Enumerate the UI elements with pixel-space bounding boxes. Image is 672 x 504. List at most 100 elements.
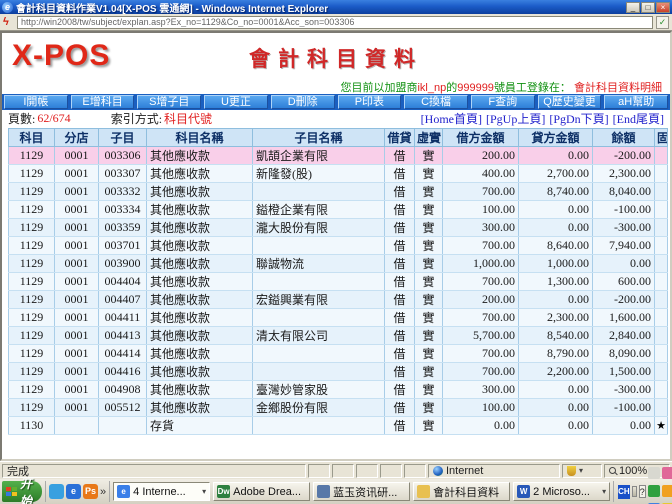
nav-link-0[interactable]: [Home首頁] bbox=[421, 112, 482, 126]
nav-link-2[interactable]: [PgDn下頁] bbox=[549, 112, 608, 126]
start-button[interactable]: 开始 bbox=[2, 481, 42, 502]
cell-acc_name: 其他應收款 bbox=[147, 219, 253, 237]
table-row[interactable]: 11290001004404其他應收款借實700.001,300.00600.0… bbox=[9, 273, 668, 291]
table-row[interactable]: 11290001004908其他應收款臺灣妙管家股借實300.000.00-30… bbox=[9, 381, 668, 399]
cell-vr: 實 bbox=[415, 417, 443, 435]
ie-icon[interactable]: e bbox=[66, 484, 81, 499]
protected-mode-control[interactable]: ▾ bbox=[562, 464, 602, 478]
photoshop-icon[interactable]: Ps bbox=[83, 484, 98, 499]
window-title: 會計科目資料作業V1.04[X-POS 雲通網] - Windows Inter… bbox=[16, 0, 623, 15]
menu-button-2[interactable]: S增子目 bbox=[137, 95, 201, 109]
cell-vr: 實 bbox=[415, 273, 443, 291]
nav-link-1[interactable]: [PgUp上頁] bbox=[486, 112, 545, 126]
shield-green-icon[interactable] bbox=[648, 485, 660, 497]
cell-debit: 300.00 bbox=[443, 381, 519, 399]
cell-debit: 700.00 bbox=[443, 183, 519, 201]
cell-sub_name: 瀧大股份有限 bbox=[253, 219, 385, 237]
table-row[interactable]: 11290001003334其他應收款鎰橙企業有限借實100.000.00-10… bbox=[9, 201, 668, 219]
security-zone: Internet bbox=[428, 464, 560, 478]
cell-credit: 0.00 bbox=[519, 417, 593, 435]
menu-button-3[interactable]: U更正 bbox=[204, 95, 268, 109]
cell-store: 0001 bbox=[55, 399, 99, 417]
star-icon[interactable] bbox=[662, 485, 672, 497]
cell-fixed bbox=[655, 273, 668, 291]
cell-store: 0001 bbox=[55, 219, 99, 237]
cell-dc: 借 bbox=[385, 147, 415, 165]
cell-store: 0001 bbox=[55, 273, 99, 291]
menu-button-8[interactable]: Q歷史變更 bbox=[538, 95, 602, 109]
cell-fixed bbox=[655, 147, 668, 165]
task-lanyu-app[interactable]: 蓝玉资讯研... bbox=[313, 482, 410, 501]
zoom-level: 100% bbox=[619, 465, 647, 477]
table-row[interactable]: 11290001005512其他應收款金鄉股份有限借實100.000.00-10… bbox=[9, 399, 668, 417]
cell-sub_name bbox=[253, 237, 385, 255]
safety-icon[interactable]: ✓ bbox=[656, 16, 669, 29]
table-row[interactable]: 11290001004413其他應收款清太有限公司借實5,700.008,540… bbox=[9, 327, 668, 345]
cell-vr: 實 bbox=[415, 291, 443, 309]
cell-sub: 005512 bbox=[99, 399, 147, 417]
cell-vr: 實 bbox=[415, 255, 443, 273]
login-employee: 999999 bbox=[457, 82, 494, 94]
status-segment bbox=[332, 464, 354, 478]
nav-link-3[interactable]: [End尾頁] bbox=[613, 112, 664, 126]
menu-button-7[interactable]: F查詢 bbox=[471, 95, 535, 109]
address-bar: ϟ ✓ bbox=[0, 14, 672, 31]
menu-button-6[interactable]: C換檔 bbox=[404, 95, 468, 109]
menu-button-9[interactable]: aH幫助 bbox=[604, 95, 668, 109]
dreamweaver-icon: Dw bbox=[217, 485, 230, 498]
table-row[interactable]: 1130存貨借實0.000.000.00★ bbox=[9, 417, 668, 435]
cell-acc: 1129 bbox=[9, 255, 55, 273]
contact-icon[interactable] bbox=[662, 467, 672, 479]
table-row[interactable]: 11290001004407其他應收款宏鎰興業有限借實200.000.00-20… bbox=[9, 291, 668, 309]
printer-icon[interactable] bbox=[632, 486, 637, 497]
taskbar: 开始 ePs» e4 Interne...▾DwAdobe Drea...蓝玉资… bbox=[0, 479, 672, 504]
cell-acc_name: 存貨 bbox=[147, 417, 253, 435]
cell-dc: 借 bbox=[385, 309, 415, 327]
task-internet-explorer[interactable]: e4 Interne...▾ bbox=[113, 482, 210, 501]
table-row[interactable]: 11290001003332其他應收款借實700.008,740.008,040… bbox=[9, 183, 668, 201]
cell-debit: 700.00 bbox=[443, 273, 519, 291]
index-mode-value: 科目代號 bbox=[164, 110, 212, 127]
table-row[interactable]: 11290001003306其他應收款凱頡企業有限借實200.000.00-20… bbox=[9, 147, 668, 165]
table-row[interactable]: 11290001003900其他應收款聯誠物流借實1,000.001,000.0… bbox=[9, 255, 668, 273]
close-button[interactable]: × bbox=[656, 2, 670, 13]
cell-acc: 1129 bbox=[9, 219, 55, 237]
table-row[interactable]: 11290001003307其他應收款新隆發(股)借實400.002,700.0… bbox=[9, 165, 668, 183]
cell-dc: 借 bbox=[385, 255, 415, 273]
table-row[interactable]: 11290001004414其他應收款借實700.008,790.008,090… bbox=[9, 345, 668, 363]
cell-balance: 600.00 bbox=[593, 273, 655, 291]
maximize-button[interactable]: □ bbox=[641, 2, 655, 13]
table-row[interactable]: 11290001004416其他應收款借實700.002,200.001,500… bbox=[9, 363, 668, 381]
cell-debit: 700.00 bbox=[443, 345, 519, 363]
notes-icon[interactable] bbox=[648, 467, 660, 479]
ie-logo-icon: e bbox=[2, 2, 13, 13]
menu-button-0[interactable]: I開帳 bbox=[4, 95, 68, 109]
cell-store: 0001 bbox=[55, 183, 99, 201]
table-row[interactable]: 11290001003701其他應收款借實700.008,640.007,940… bbox=[9, 237, 668, 255]
cell-fixed bbox=[655, 183, 668, 201]
table-row[interactable]: 11290001003359其他應收款瀧大股份有限借實300.000.00-30… bbox=[9, 219, 668, 237]
messenger-icon[interactable] bbox=[49, 484, 64, 499]
chevron-more-icon[interactable]: » bbox=[100, 486, 106, 498]
index-mode-label: 索引方式: bbox=[111, 110, 162, 127]
cell-acc: 1129 bbox=[9, 399, 55, 417]
help-icon[interactable]: ? bbox=[639, 485, 646, 498]
cell-sub: 004411 bbox=[99, 309, 147, 327]
menu-button-5[interactable]: P印表 bbox=[338, 95, 402, 109]
table-row[interactable]: 11290001004411其他應收款借實700.002,300.001,600… bbox=[9, 309, 668, 327]
cell-acc_name: 其他應收款 bbox=[147, 201, 253, 219]
cell-debit: 0.00 bbox=[443, 417, 519, 435]
address-input[interactable] bbox=[17, 16, 653, 29]
language-indicator[interactable]: CH bbox=[618, 485, 630, 499]
login-suffix: 號員工登錄在： bbox=[494, 82, 571, 94]
menu-button-1[interactable]: E增科目 bbox=[71, 95, 135, 109]
menu-button-4[interactable]: D刪除 bbox=[271, 95, 335, 109]
task-folder[interactable]: 會計科目資料 bbox=[413, 482, 510, 501]
cell-fixed bbox=[655, 363, 668, 381]
cell-vr: 實 bbox=[415, 381, 443, 399]
cell-balance: 7,940.00 bbox=[593, 237, 655, 255]
task-dreamweaver[interactable]: DwAdobe Drea... bbox=[213, 482, 310, 501]
status-segment bbox=[404, 464, 426, 478]
task-word[interactable]: W2 Microso...▾ bbox=[513, 482, 610, 501]
minimize-button[interactable]: _ bbox=[626, 2, 640, 13]
